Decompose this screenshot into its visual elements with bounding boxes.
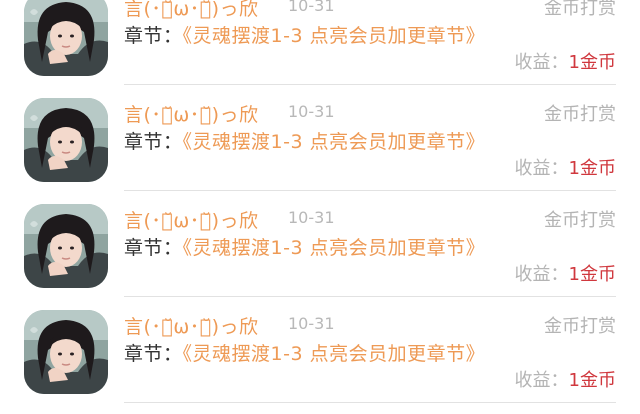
- avatar-photo: [24, 310, 108, 394]
- income-info: 收益：1金币: [515, 48, 616, 74]
- user-name[interactable]: 言(･ั̆ω･ั̆)っ欣: [124, 312, 259, 339]
- income-value: 1金币: [568, 158, 616, 179]
- row-divider: [124, 402, 616, 403]
- list-item[interactable]: 言(･ั̆ω･ั̆)っ欣 10-31 金币打赏 章节：《灵魂摆渡1-3 点亮会员…: [0, 0, 640, 96]
- income-value: 1金币: [568, 370, 616, 391]
- chapter-info: 章节：《灵魂摆渡1-3 点亮会员加更章节》: [124, 24, 496, 49]
- income-value: 1金币: [568, 52, 616, 73]
- reward-record-list: 言(･ั̆ω･ั̆)っ欣 10-31 金币打赏 章节：《灵魂摆渡1-3 点亮会员…: [0, 0, 640, 414]
- income-info: 收益：1金币: [515, 154, 616, 180]
- row-divider: [124, 190, 616, 191]
- avatar-photo: [24, 204, 108, 288]
- chapter-info: 章节：《灵魂摆渡1-3 点亮会员加更章节》: [124, 236, 496, 261]
- income-label: 收益：: [514, 264, 569, 285]
- row-divider: [124, 296, 616, 297]
- avatar-photo: [24, 0, 108, 76]
- income-value: 1金币: [568, 264, 616, 285]
- chapter-label: 章节：: [124, 343, 183, 365]
- income-label: 收益：: [514, 158, 569, 179]
- avatar[interactable]: [24, 310, 108, 394]
- coin-reward-button[interactable]: 金币打赏: [544, 312, 616, 338]
- chapter-link[interactable]: 《灵魂摆渡1-3 点亮会员加更章节》: [183, 343, 486, 365]
- coin-reward-button[interactable]: 金币打赏: [544, 206, 616, 232]
- chapter-label: 章节：: [124, 131, 183, 153]
- avatar[interactable]: [24, 98, 108, 182]
- chapter-link[interactable]: 《灵魂摆渡1-3 点亮会员加更章节》: [183, 237, 486, 259]
- chapter-link[interactable]: 《灵魂摆渡1-3 点亮会员加更章节》: [183, 131, 486, 153]
- income-info: 收益：1金币: [515, 260, 616, 286]
- avatar[interactable]: [24, 0, 108, 76]
- list-item[interactable]: 言(･ั̆ω･ั̆)っ欣 10-31 金币打赏 章节：《灵魂摆渡1-3 点亮会员…: [0, 96, 640, 202]
- chapter-info: 章节：《灵魂摆渡1-3 点亮会员加更章节》: [124, 342, 496, 367]
- chapter-label: 章节：: [124, 237, 183, 259]
- record-date: 10-31: [288, 102, 335, 121]
- coin-reward-button[interactable]: 金币打赏: [544, 100, 616, 126]
- avatar[interactable]: [24, 204, 108, 288]
- income-label: 收益：: [514, 52, 569, 73]
- chapter-link[interactable]: 《灵魂摆渡1-3 点亮会员加更章节》: [183, 25, 486, 47]
- chapter-label: 章节：: [124, 25, 183, 47]
- income-label: 收益：: [514, 370, 569, 391]
- chapter-info: 章节：《灵魂摆渡1-3 点亮会员加更章节》: [124, 130, 496, 155]
- record-date: 10-31: [288, 314, 335, 333]
- user-name[interactable]: 言(･ั̆ω･ั̆)っ欣: [124, 100, 259, 127]
- user-name[interactable]: 言(･ั̆ω･ั̆)っ欣: [124, 0, 259, 21]
- row-divider: [124, 84, 616, 85]
- income-info: 收益：1金币: [515, 366, 616, 392]
- user-name[interactable]: 言(･ั̆ω･ั̆)っ欣: [124, 206, 259, 233]
- list-item[interactable]: 言(･ั̆ω･ั̆)っ欣 10-31 金币打赏 章节：《灵魂摆渡1-3 点亮会员…: [0, 308, 640, 414]
- list-item[interactable]: 言(･ั̆ω･ั̆)っ欣 10-31 金币打赏 章节：《灵魂摆渡1-3 点亮会员…: [0, 202, 640, 308]
- record-date: 10-31: [288, 208, 335, 227]
- record-date: 10-31: [288, 0, 335, 15]
- coin-reward-button[interactable]: 金币打赏: [544, 0, 616, 20]
- avatar-photo: [24, 98, 108, 182]
